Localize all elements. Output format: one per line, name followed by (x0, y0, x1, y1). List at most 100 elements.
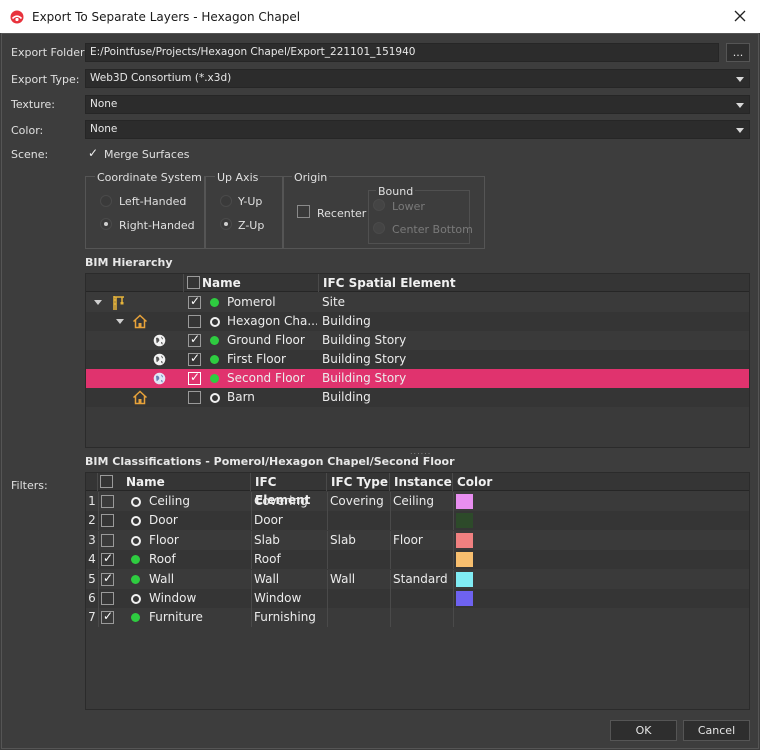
classification-checkbox[interactable] (101, 551, 114, 567)
classifications-header-instance[interactable]: Instance (390, 473, 453, 491)
bim-classifications-table[interactable]: Name IFC Element IFC Type Instance Color… (85, 472, 750, 710)
hierarchy-name: Hexagon Cha... (227, 314, 317, 328)
classifications-header: Name IFC Element IFC Type Instance Color (86, 473, 749, 507)
classification-row[interactable]: 5 Wall Wall Wall Standard (86, 569, 749, 589)
texture-select[interactable]: None (85, 95, 750, 114)
hierarchy-header-element[interactable]: IFC Spatial Element (319, 274, 749, 292)
hierarchy-checkbox[interactable] (188, 332, 201, 347)
right-handed-radio[interactable] (100, 218, 112, 230)
hierarchy-checkbox[interactable] (188, 391, 201, 404)
hierarchy-row-first-floor[interactable]: First Floor Building Story (86, 350, 749, 369)
merge-surfaces-checkbox[interactable]: ✓ (88, 146, 98, 160)
row-number: 7 (88, 610, 96, 625)
recenter-checkbox[interactable] (297, 205, 310, 218)
color-swatch[interactable] (456, 552, 473, 568)
hierarchy-element: Building Story (322, 371, 407, 385)
export-folder-field[interactable]: E:/Pointfuse/Projects/Hexagon Chapel/Exp… (85, 43, 719, 62)
row-number: 3 (88, 532, 96, 547)
classification-checkbox[interactable] (101, 571, 114, 586)
column-divider (251, 492, 252, 511)
column-divider (453, 550, 454, 570)
coordinate-system-title: Coordinate System (95, 171, 204, 184)
column-divider (251, 530, 252, 550)
row-number: 2 (88, 513, 96, 528)
column-divider (251, 589, 252, 608)
column-divider (251, 550, 252, 570)
classification-row[interactable]: 7 Furniture Furnishing (86, 608, 749, 628)
ok-button[interactable]: OK (610, 720, 677, 741)
color-swatch[interactable] (456, 532, 473, 548)
row-number: 5 (88, 571, 96, 586)
expand-arrow-icon[interactable] (116, 319, 124, 324)
lower-radio[interactable] (373, 199, 385, 211)
column-divider (98, 569, 99, 589)
hierarchy-checkbox[interactable] (188, 370, 201, 385)
bim-hierarchy-tree[interactable]: Name IFC Spatial Element Pomerol Site He… (85, 273, 750, 448)
hierarchy-element: Building (322, 314, 371, 328)
classification-row[interactable]: 2 Door Door (86, 511, 749, 531)
classification-instance: Floor (393, 532, 423, 547)
classification-checkbox[interactable] (101, 592, 114, 605)
color-swatch[interactable] (456, 494, 473, 509)
classification-type: Wall (330, 571, 356, 586)
classification-checkbox[interactable] (101, 533, 114, 547)
center-bottom-radio[interactable] (373, 222, 385, 234)
hierarchy-element: Building Story (322, 352, 407, 366)
bim-classifications-title: BIM Classifications - Pomerol/Hexagon Ch… (85, 455, 455, 468)
globe-icon (153, 353, 166, 369)
crane-icon (110, 294, 126, 314)
color-swatch[interactable] (456, 571, 473, 587)
hierarchy-header-name[interactable]: Name (198, 274, 319, 292)
dialog-body: Export Folder: E:/Pointfuse/Projects/Hex… (1, 33, 759, 749)
classifications-header-checkbox[interactable] (100, 475, 113, 488)
browse-button[interactable]: ... (726, 43, 750, 62)
color-swatch[interactable] (456, 591, 473, 606)
texture-label: Texture: (11, 98, 55, 111)
classification-row[interactable]: 4 Roof Roof (86, 550, 749, 570)
hierarchy-element: Building (322, 390, 371, 404)
hierarchy-checkbox[interactable] (188, 294, 201, 309)
hierarchy-checkbox[interactable] (188, 315, 201, 328)
classifications-header-ifc-element[interactable]: IFC Element (251, 473, 327, 507)
classifications-header-name[interactable]: Name (122, 473, 251, 491)
hierarchy-row-pomerol[interactable]: Pomerol Site (86, 293, 749, 312)
classifications-header-color[interactable]: Color (453, 473, 749, 491)
y-up-radio[interactable] (220, 195, 232, 207)
hierarchy-row-hexagon-chapel[interactable]: Hexagon Cha... Building (86, 312, 749, 331)
left-handed-radio[interactable] (100, 195, 112, 207)
house-icon (132, 390, 148, 408)
classification-name: Door (149, 513, 178, 528)
column-divider (327, 608, 328, 628)
bim-hierarchy-title: BIM Hierarchy (85, 256, 173, 269)
hierarchy-row-ground-floor[interactable]: Ground Floor Building Story (86, 331, 749, 350)
classification-instance: Ceiling (393, 494, 434, 508)
classification-row[interactable]: 3 Floor Slab Slab Floor (86, 530, 749, 550)
classification-row[interactable]: 1 Ceiling Covering Covering Ceiling (86, 492, 749, 511)
color-swatch[interactable] (456, 513, 473, 529)
hierarchy-checkbox[interactable] (188, 351, 201, 366)
export-type-select[interactable]: Web3D Consortium (*.x3d) (85, 69, 750, 88)
z-up-radio[interactable] (220, 218, 232, 230)
hierarchy-name: Pomerol (227, 295, 276, 309)
classification-checkbox[interactable] (101, 609, 114, 625)
status-green-icon (210, 374, 219, 383)
classification-name: Floor (149, 532, 179, 547)
cancel-button[interactable]: Cancel (683, 720, 750, 741)
hierarchy-row-second-floor[interactable]: Second Floor Building Story (86, 369, 749, 388)
column-divider (453, 589, 454, 608)
expand-arrow-icon[interactable] (94, 300, 102, 305)
classifications-header-ifc-type[interactable]: IFC Type (327, 473, 390, 491)
classification-row[interactable]: 6 Window Window (86, 589, 749, 608)
hierarchy-row-barn[interactable]: Barn Building (86, 388, 749, 407)
close-icon[interactable] (732, 8, 748, 24)
classification-element: Wall (254, 571, 280, 586)
color-select[interactable]: None (85, 120, 750, 139)
classification-checkbox[interactable] (101, 514, 114, 528)
hierarchy-name: Ground Floor (227, 333, 305, 347)
classification-checkbox[interactable] (101, 495, 114, 508)
merge-surfaces-label: Merge Surfaces (104, 148, 190, 161)
hierarchy-name: Barn (227, 390, 255, 404)
status-green-icon (210, 336, 219, 345)
classification-element: Covering (254, 494, 308, 508)
chevron-down-icon (736, 77, 744, 82)
